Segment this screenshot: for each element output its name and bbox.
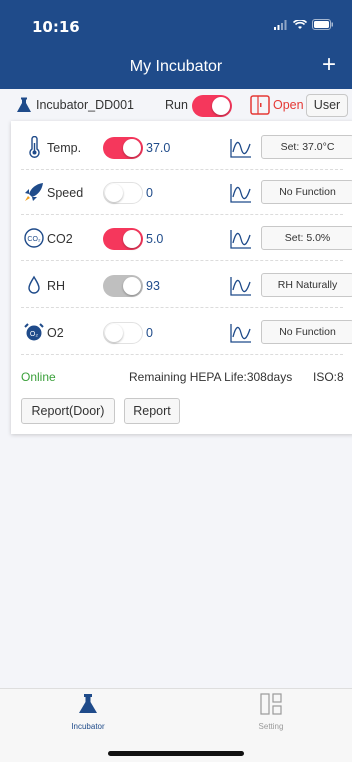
wifi-icon <box>293 19 307 29</box>
param-row-o2: O₂ O2 0 No Function <box>21 311 352 355</box>
thermometer-icon <box>29 136 40 158</box>
param-label: O2 <box>47 326 64 340</box>
battery-icon <box>312 19 333 30</box>
home-indicator <box>108 751 244 756</box>
toggle-knob <box>105 184 123 202</box>
param-value: 93 <box>146 279 160 293</box>
user-button[interactable]: User <box>306 94 348 117</box>
param-label: RH <box>47 279 66 293</box>
report-button[interactable]: Report <box>124 398 180 424</box>
toggle-knob <box>123 230 141 248</box>
hepa-life: Remaining HEPA Life:308days <box>129 370 293 384</box>
o2-alarm-icon: O₂ <box>24 323 44 341</box>
temp-toggle[interactable] <box>103 137 143 159</box>
param-value: 37.0 <box>146 141 171 155</box>
signal-icon <box>274 19 287 30</box>
toggle-knob <box>123 139 141 157</box>
nav-bar: My Incubator + <box>0 45 352 89</box>
chart-wave-icon[interactable] <box>230 183 252 203</box>
chart-wave-icon[interactable] <box>230 138 252 158</box>
device-header: Incubator_DD001 Run Open User <box>0 89 352 121</box>
param-value: 0 <box>146 326 153 340</box>
o2-toggle[interactable] <box>103 322 143 344</box>
param-label: CO2 <box>47 232 73 246</box>
iso-class: ISO:8 <box>313 370 344 384</box>
toggle-knob <box>123 277 141 295</box>
report-door-button[interactable]: Report(Door) <box>21 398 115 424</box>
status-line: Online Remaining HEPA Life:308days ISO:8 <box>21 370 351 386</box>
rocket-icon <box>25 183 43 201</box>
status-bar: 10:16 <box>0 0 352 45</box>
set-button[interactable]: Set: 37.0°C <box>261 135 352 159</box>
param-row-speed: Speed 0 No Function <box>21 171 352 215</box>
param-value: 5.0 <box>146 232 164 246</box>
tab-bar: Incubator Setting <box>0 688 352 762</box>
settings-grid-icon <box>260 693 282 715</box>
tab-setting[interactable]: Setting <box>231 693 311 731</box>
droplet-icon <box>28 275 40 294</box>
add-button[interactable]: + <box>322 53 336 77</box>
status-icons <box>274 19 334 30</box>
speed-toggle[interactable] <box>103 182 143 204</box>
svg-text:CO₂: CO₂ <box>27 236 41 243</box>
door-status: Open <box>273 98 304 112</box>
param-row-rh: RH 93 RH Naturally <box>21 264 352 308</box>
online-status: Online <box>21 370 56 384</box>
chart-wave-icon[interactable] <box>230 276 252 296</box>
svg-text:O₂: O₂ <box>30 331 38 338</box>
param-value: 0 <box>146 186 153 200</box>
param-label: Speed <box>47 186 84 200</box>
co2-icon: CO₂ <box>24 228 44 248</box>
param-row-temp: Temp. 37.0 Set: 37.0°C <box>21 126 352 170</box>
run-label: Run <box>165 98 188 112</box>
parameter-card: Temp. 37.0 Set: 37.0°C Speed 0 No Functi… <box>11 121 352 434</box>
device-name[interactable]: Incubator_DD001 <box>36 98 134 112</box>
param-row-co2: CO₂ CO2 5.0 Set: 5.0% <box>21 217 352 261</box>
toggle-knob <box>212 97 230 115</box>
tab-incubator[interactable]: Incubator <box>48 693 128 731</box>
toggle-knob <box>105 324 123 342</box>
tab-label: Setting <box>258 722 284 731</box>
status-time: 10:16 <box>32 18 80 36</box>
run-toggle[interactable] <box>192 95 232 117</box>
set-button[interactable]: No Function <box>261 320 352 344</box>
co2-toggle[interactable] <box>103 228 143 250</box>
page-title: My Incubator <box>129 58 223 75</box>
set-button[interactable]: Set: 5.0% <box>261 226 352 250</box>
door-icon <box>250 95 270 115</box>
chart-wave-icon[interactable] <box>230 323 252 343</box>
flask-icon <box>17 97 31 112</box>
set-button[interactable]: No Function <box>261 180 352 204</box>
param-label: Temp. <box>47 141 82 155</box>
rh-toggle[interactable] <box>103 275 143 297</box>
chart-wave-icon[interactable] <box>230 229 252 249</box>
tab-label: Incubator <box>71 722 105 731</box>
set-button[interactable]: RH Naturally <box>261 273 352 297</box>
flask-icon <box>79 694 97 713</box>
